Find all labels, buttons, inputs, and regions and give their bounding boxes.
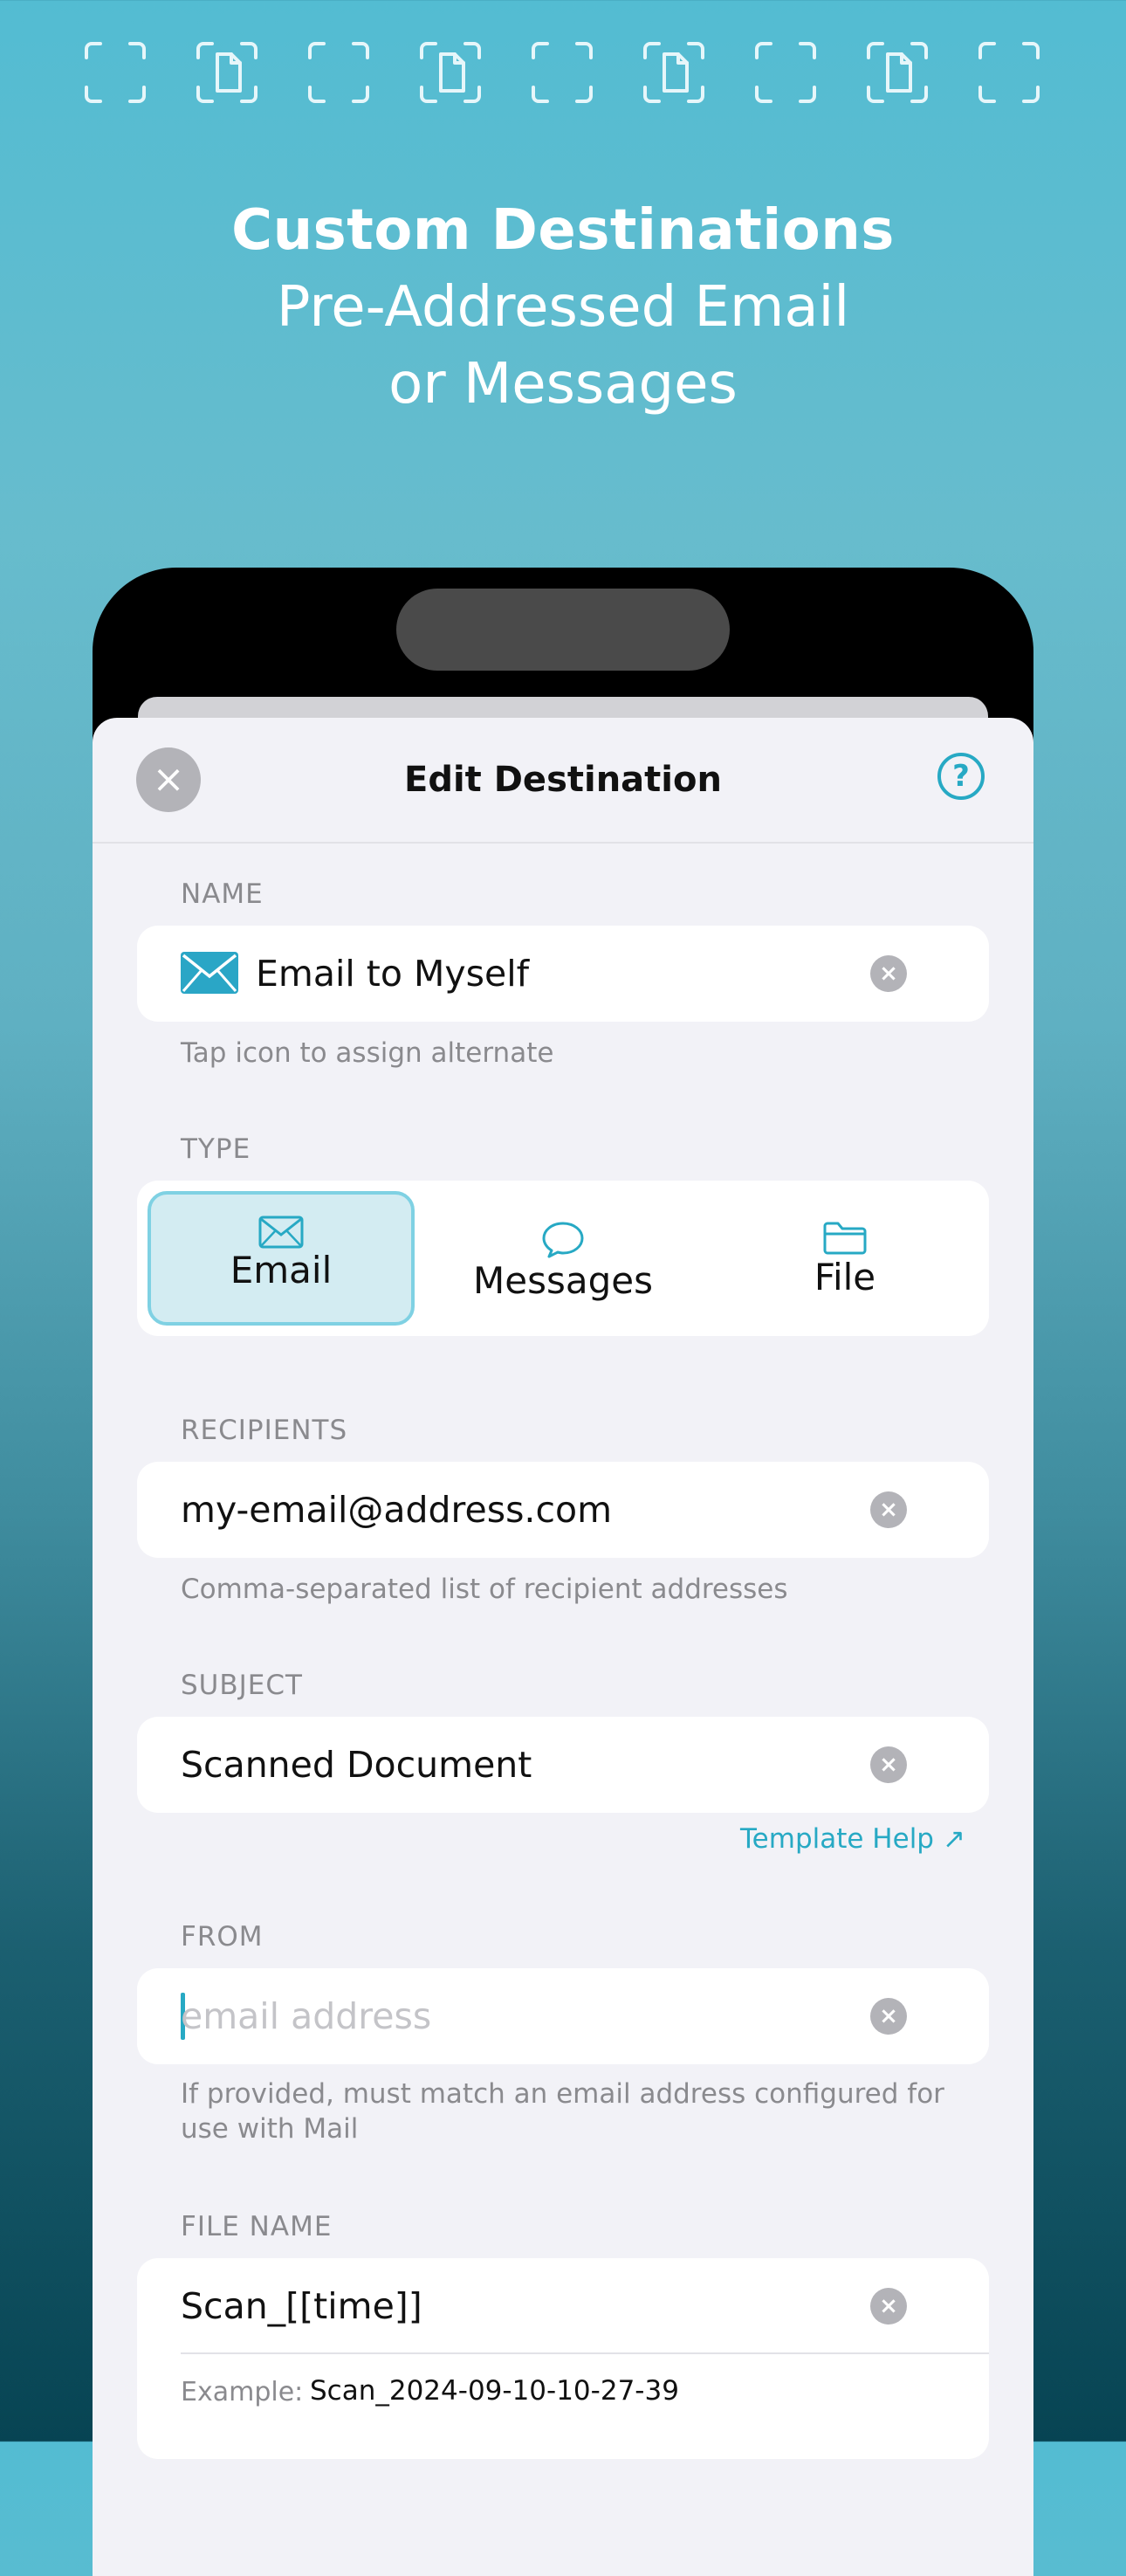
decorative-icon-row — [83, 40, 1043, 105]
hero-subtitle-line-2: or Messages — [388, 352, 738, 417]
navigation-bar: × Edit Destination ? — [93, 718, 1033, 844]
clear-icon[interactable]: × — [870, 2288, 907, 2325]
phone-frame: × Edit Destination ? NAME Email to Mysel… — [93, 568, 1033, 2576]
dynamic-island — [396, 589, 730, 671]
divider — [181, 2352, 989, 2354]
scan-document-icon — [642, 40, 706, 105]
page-title: Edit Destination — [404, 760, 722, 800]
edit-destination-sheet: × Edit Destination ? NAME Email to Mysel… — [93, 718, 1033, 2576]
recipients-section-label: RECIPIENTS — [181, 1415, 348, 1446]
clear-icon[interactable]: × — [870, 1998, 907, 2035]
scan-frame-icon — [83, 40, 148, 105]
type-segmented-control: Email Messages File — [137, 1181, 989, 1336]
filename-section-label: FILE NAME — [181, 2211, 333, 2242]
envelope-icon — [258, 1216, 304, 1249]
from-footnote: If provided, must match an email address… — [181, 2078, 944, 2145]
example-label: Example: — [181, 2377, 304, 2407]
from-field[interactable]: email address × — [137, 1968, 989, 2064]
hero-title: Custom Destinations — [231, 198, 895, 263]
type-option-label: File — [814, 1256, 876, 1298]
recipients-field[interactable]: my-email@address.com × — [137, 1462, 989, 1558]
filename-field[interactable]: Scan_[[time]] × Example: Scan_2024-09-10… — [137, 2258, 989, 2459]
type-option-label: Email — [230, 1249, 333, 1291]
scan-frame-icon — [753, 40, 818, 105]
help-button[interactable]: ? — [937, 753, 985, 800]
folder-icon — [823, 1222, 867, 1255]
type-section-label: TYPE — [181, 1133, 251, 1165]
scan-frame-icon — [530, 40, 594, 105]
question-mark-icon: ? — [952, 759, 970, 794]
subject-section-label: SUBJECT — [181, 1670, 303, 1701]
name-value[interactable]: Email to Myself — [256, 926, 529, 1022]
clear-icon[interactable]: × — [870, 1491, 907, 1528]
name-section-label: NAME — [181, 878, 264, 910]
envelope-icon[interactable] — [181, 952, 238, 994]
type-option-messages[interactable]: Messages — [429, 1191, 697, 1326]
type-option-file[interactable]: File — [711, 1191, 978, 1326]
filename-value[interactable]: Scan_[[time]] — [181, 2258, 422, 2354]
name-footnote: Tap icon to assign alternate — [181, 1037, 554, 1069]
template-help-link[interactable]: Template Help ↗ — [740, 1823, 965, 1855]
subject-value[interactable]: Scanned Document — [181, 1717, 532, 1813]
subject-field[interactable]: Scanned Document × — [137, 1717, 989, 1813]
scan-document-icon — [865, 40, 930, 105]
scan-frame-icon — [977, 40, 1041, 105]
from-section-label: FROM — [181, 1921, 264, 1953]
speech-bubble-icon — [542, 1222, 584, 1258]
clear-icon[interactable]: × — [870, 1746, 907, 1783]
hero-subtitle-line-1: Pre-Addressed Email — [276, 275, 850, 340]
recipients-footnote: Comma-separated list of recipient addres… — [181, 1574, 788, 1605]
type-option-label: Messages — [473, 1259, 653, 1302]
name-field[interactable]: Email to Myself × — [137, 926, 989, 1022]
hero-heading: Custom Destinations Pre-Addressed Email … — [0, 192, 1126, 423]
scan-document-icon — [195, 40, 259, 105]
type-option-email[interactable]: Email — [148, 1191, 415, 1326]
recipients-value[interactable]: my-email@address.com — [181, 1462, 612, 1558]
example-value: Scan_2024-09-10-10-27-39 — [310, 2375, 679, 2407]
from-placeholder[interactable]: email address — [181, 1968, 431, 2064]
scan-frame-icon — [306, 40, 371, 105]
clear-icon[interactable]: × — [870, 955, 907, 992]
scan-document-icon — [418, 40, 483, 105]
